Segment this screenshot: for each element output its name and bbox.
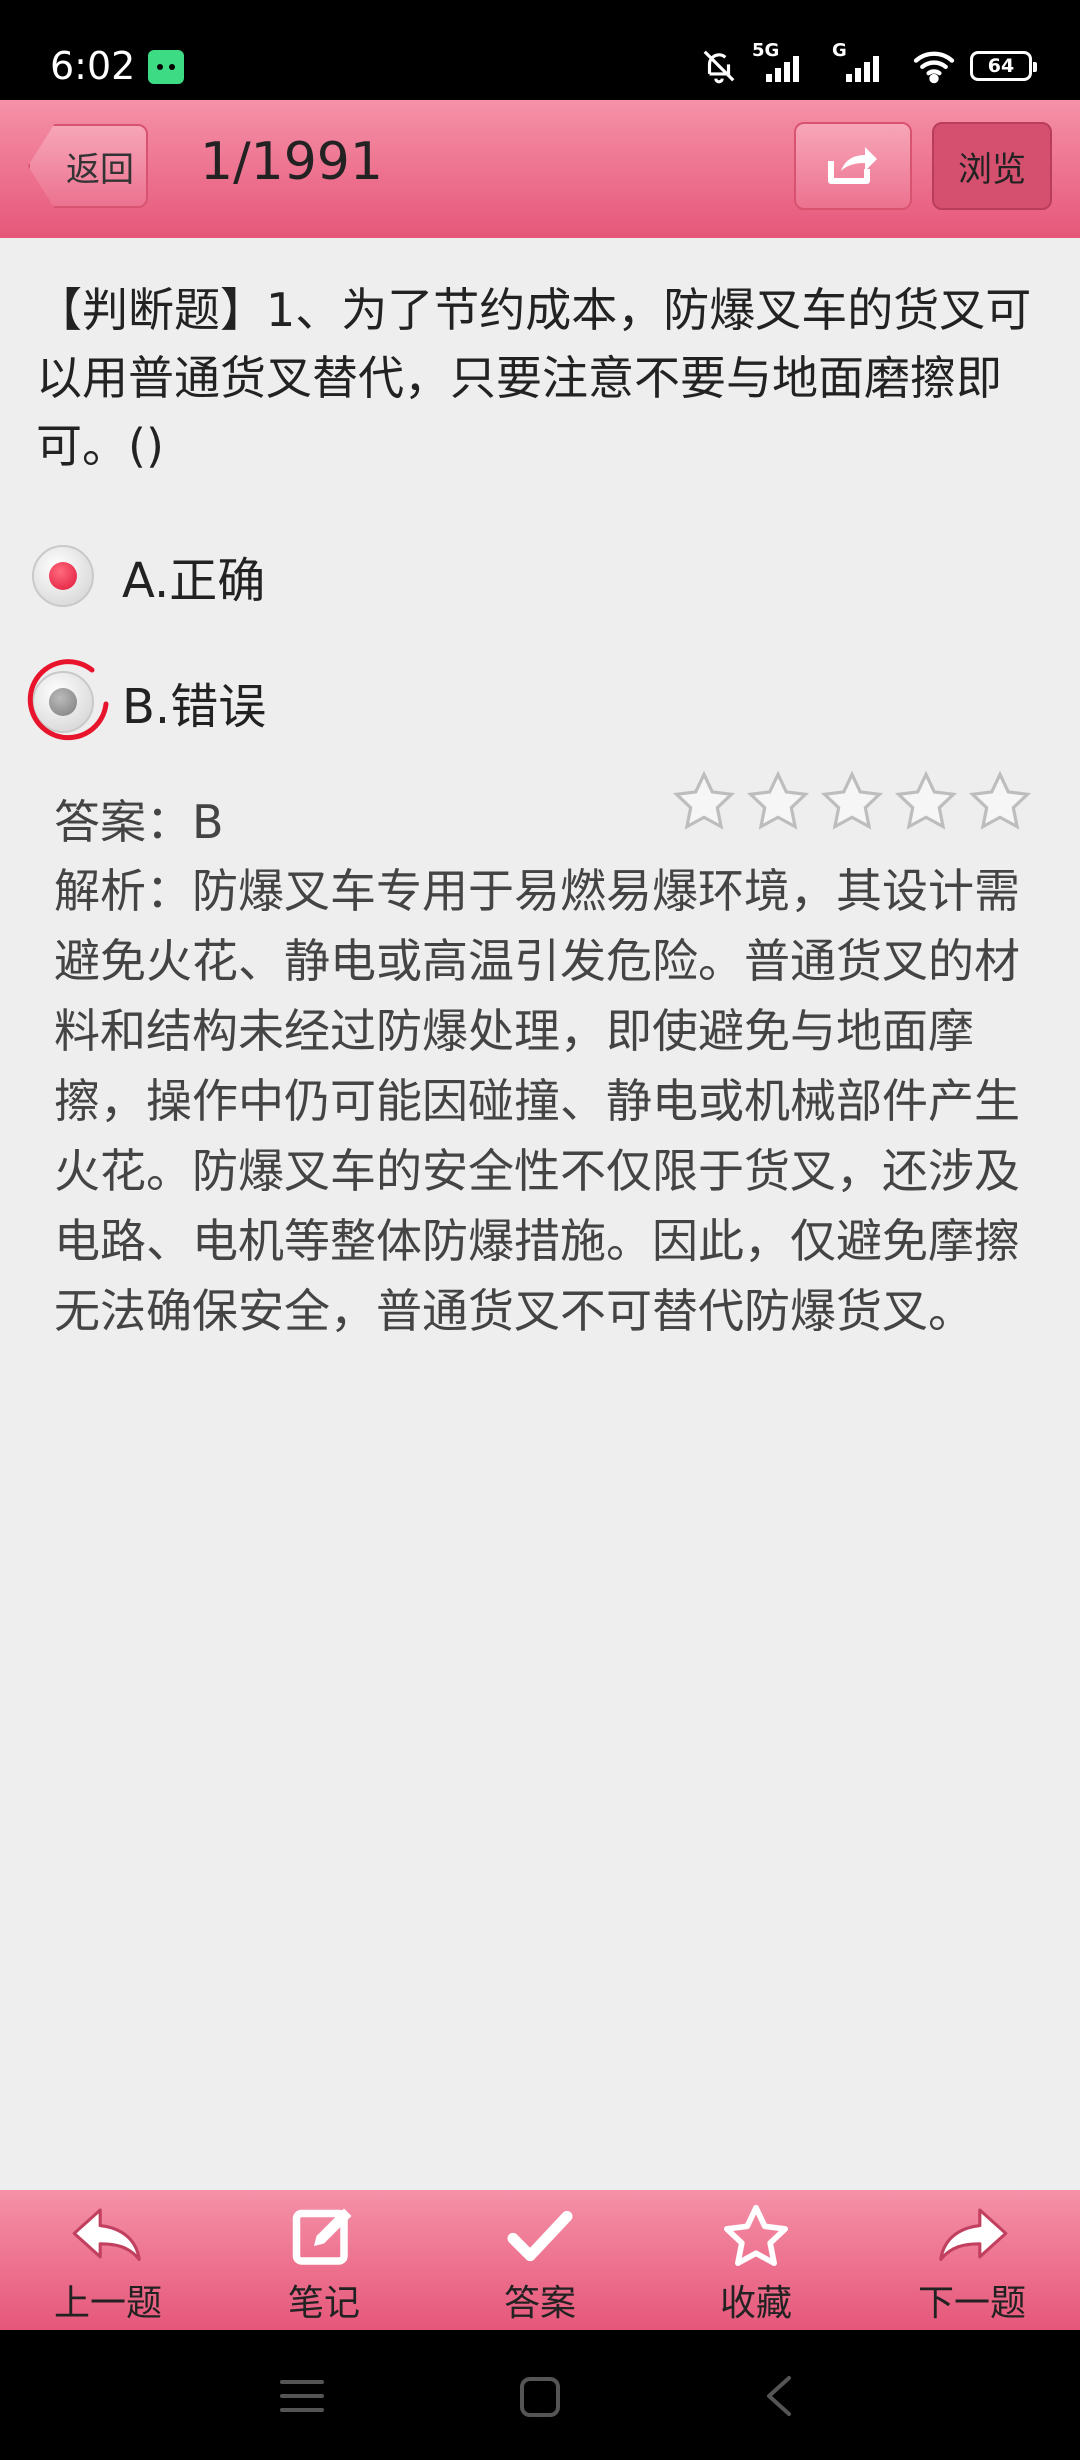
option-b-label: B.错误 — [122, 679, 267, 735]
bell-off-icon — [700, 47, 738, 85]
back-nav-icon[interactable] — [763, 2374, 793, 2418]
star-icon — [894, 770, 958, 830]
battery-icon: 64 — [970, 51, 1037, 81]
signal-5g-icon: 5G — [752, 40, 818, 86]
status-icons: 5G G 64 — [700, 40, 1037, 86]
note-label: 笔记 — [287, 2283, 360, 2324]
star-outline-icon — [722, 2200, 790, 2272]
next-question-label: 下一题 — [917, 2283, 1026, 2324]
signal-g-label: G — [832, 40, 847, 61]
menu-icon[interactable] — [280, 2378, 324, 2414]
option-a-radio[interactable] — [32, 545, 94, 607]
header-bar: 返回 1/1991 浏览 — [0, 100, 1080, 238]
question-counter: 1/1991 — [200, 132, 383, 192]
question-content: 【判断题】1、为了节约成本，防爆叉车的货叉可以用普通货叉替代，只要注意不要与地面… — [0, 238, 1080, 2190]
prev-question-button[interactable]: 上一题 — [0, 2190, 216, 2330]
prev-question-label: 上一题 — [53, 2283, 162, 2324]
signal-g-icon: G — [832, 40, 898, 86]
option-b[interactable]: B.错误 — [32, 662, 632, 742]
option-a-label: A.正确 — [122, 553, 266, 609]
status-time: 6:02 — [50, 44, 136, 88]
star-icon — [820, 770, 884, 830]
star-icon — [968, 770, 1032, 830]
forward-arrow-icon — [933, 2200, 1011, 2272]
explanation-text: 解析：防爆叉车专用于易燃易爆环境，其设计需避免火花、静电或高温引发危险。普通货叉… — [54, 864, 1020, 1338]
difficulty-rating — [672, 770, 1032, 832]
wifi-icon — [912, 48, 956, 84]
star-icon — [746, 770, 810, 830]
reply-arrow-icon — [69, 2200, 147, 2272]
battery-level: 64 — [987, 55, 1015, 77]
checkmark-icon — [507, 2200, 573, 2272]
android-notification-icon — [148, 50, 184, 84]
answer-toolbar-label: 答案 — [503, 2283, 576, 2324]
next-question-button[interactable]: 下一题 — [864, 2190, 1080, 2330]
question-text: 【判断题】1、为了节约成本，防爆叉车的货叉可以用普通货叉替代，只要注意不要与地面… — [36, 283, 1032, 473]
option-a[interactable]: A.正确 — [32, 536, 632, 616]
correct-answer-mark — [27, 659, 109, 741]
share-button[interactable] — [794, 122, 912, 210]
share-icon — [825, 141, 881, 191]
note-button[interactable]: 笔记 — [216, 2190, 432, 2330]
answer-button[interactable]: 答案 — [432, 2190, 648, 2330]
system-nav-bar — [0, 2330, 1080, 2460]
bottom-toolbar: 上一题 笔记 答案 收藏 下一题 — [0, 2190, 1080, 2330]
back-button[interactable]: 返回 — [28, 124, 148, 208]
favorite-button[interactable]: 收藏 — [648, 2190, 864, 2330]
answer-label: 答案：B — [54, 795, 224, 849]
status-bar: 6:02 5G G 64 — [0, 0, 1080, 100]
favorite-label: 收藏 — [719, 2283, 792, 2324]
home-icon[interactable] — [519, 2376, 561, 2418]
browse-button[interactable]: 浏览 — [932, 122, 1052, 210]
star-icon — [672, 770, 736, 830]
edit-note-icon — [289, 2200, 359, 2272]
